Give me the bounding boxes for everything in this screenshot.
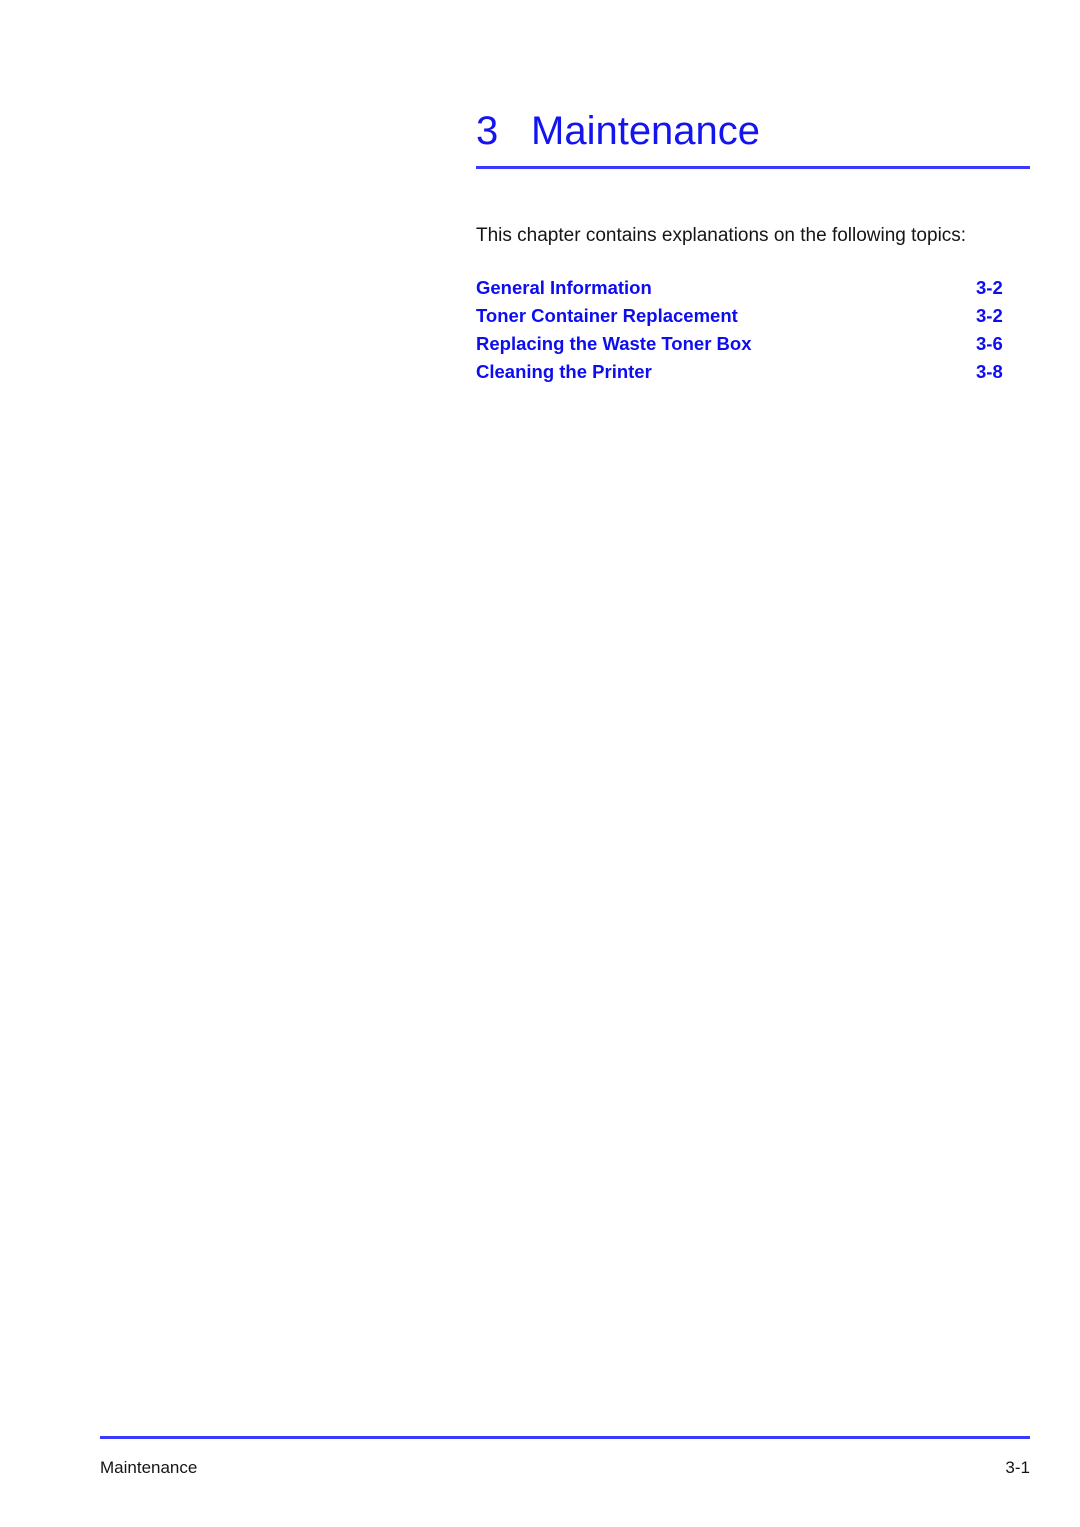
chapter-number: 3 <box>476 109 499 153</box>
chapter-title: Maintenance <box>531 109 761 153</box>
topic-label: Toner Container Replacement <box>476 305 738 326</box>
intro-paragraph: This chapter contains explanations on th… <box>476 225 967 246</box>
footer-chapter-name: Maintenance <box>100 1458 198 1477</box>
topic-page-number: 3-6 <box>976 333 1003 354</box>
list-item[interactable]: Toner Container Replacement 3-2 <box>476 302 1036 330</box>
footer-page-number: 3-1 <box>1005 1458 1030 1477</box>
page-title: 3 Maintenance <box>476 108 1030 154</box>
topic-page-number: 3-2 <box>976 277 1003 298</box>
list-item[interactable]: General Information 3-2 <box>476 274 1036 302</box>
footer-divider <box>100 1436 1030 1439</box>
footer-content: Maintenance 3-1 <box>100 1457 1030 1479</box>
page-footer: Maintenance 3-1 <box>100 1436 1030 1479</box>
topic-label: Cleaning the Printer <box>476 361 652 382</box>
topic-list: General Information 3-2 Toner Container … <box>476 274 1036 386</box>
topic-label: Replacing the Waste Toner Box <box>476 333 752 354</box>
title-divider <box>476 166 1030 169</box>
list-item[interactable]: Replacing the Waste Toner Box 3-6 <box>476 330 1036 358</box>
topic-page-number: 3-2 <box>976 305 1003 326</box>
document-page: 3 Maintenance This chapter contains expl… <box>0 0 1080 1527</box>
topic-label: General Information <box>476 277 652 298</box>
chapter-header: 3 Maintenance <box>476 108 1030 169</box>
list-item[interactable]: Cleaning the Printer 3-8 <box>476 358 1036 386</box>
topic-page-number: 3-8 <box>976 361 1003 382</box>
